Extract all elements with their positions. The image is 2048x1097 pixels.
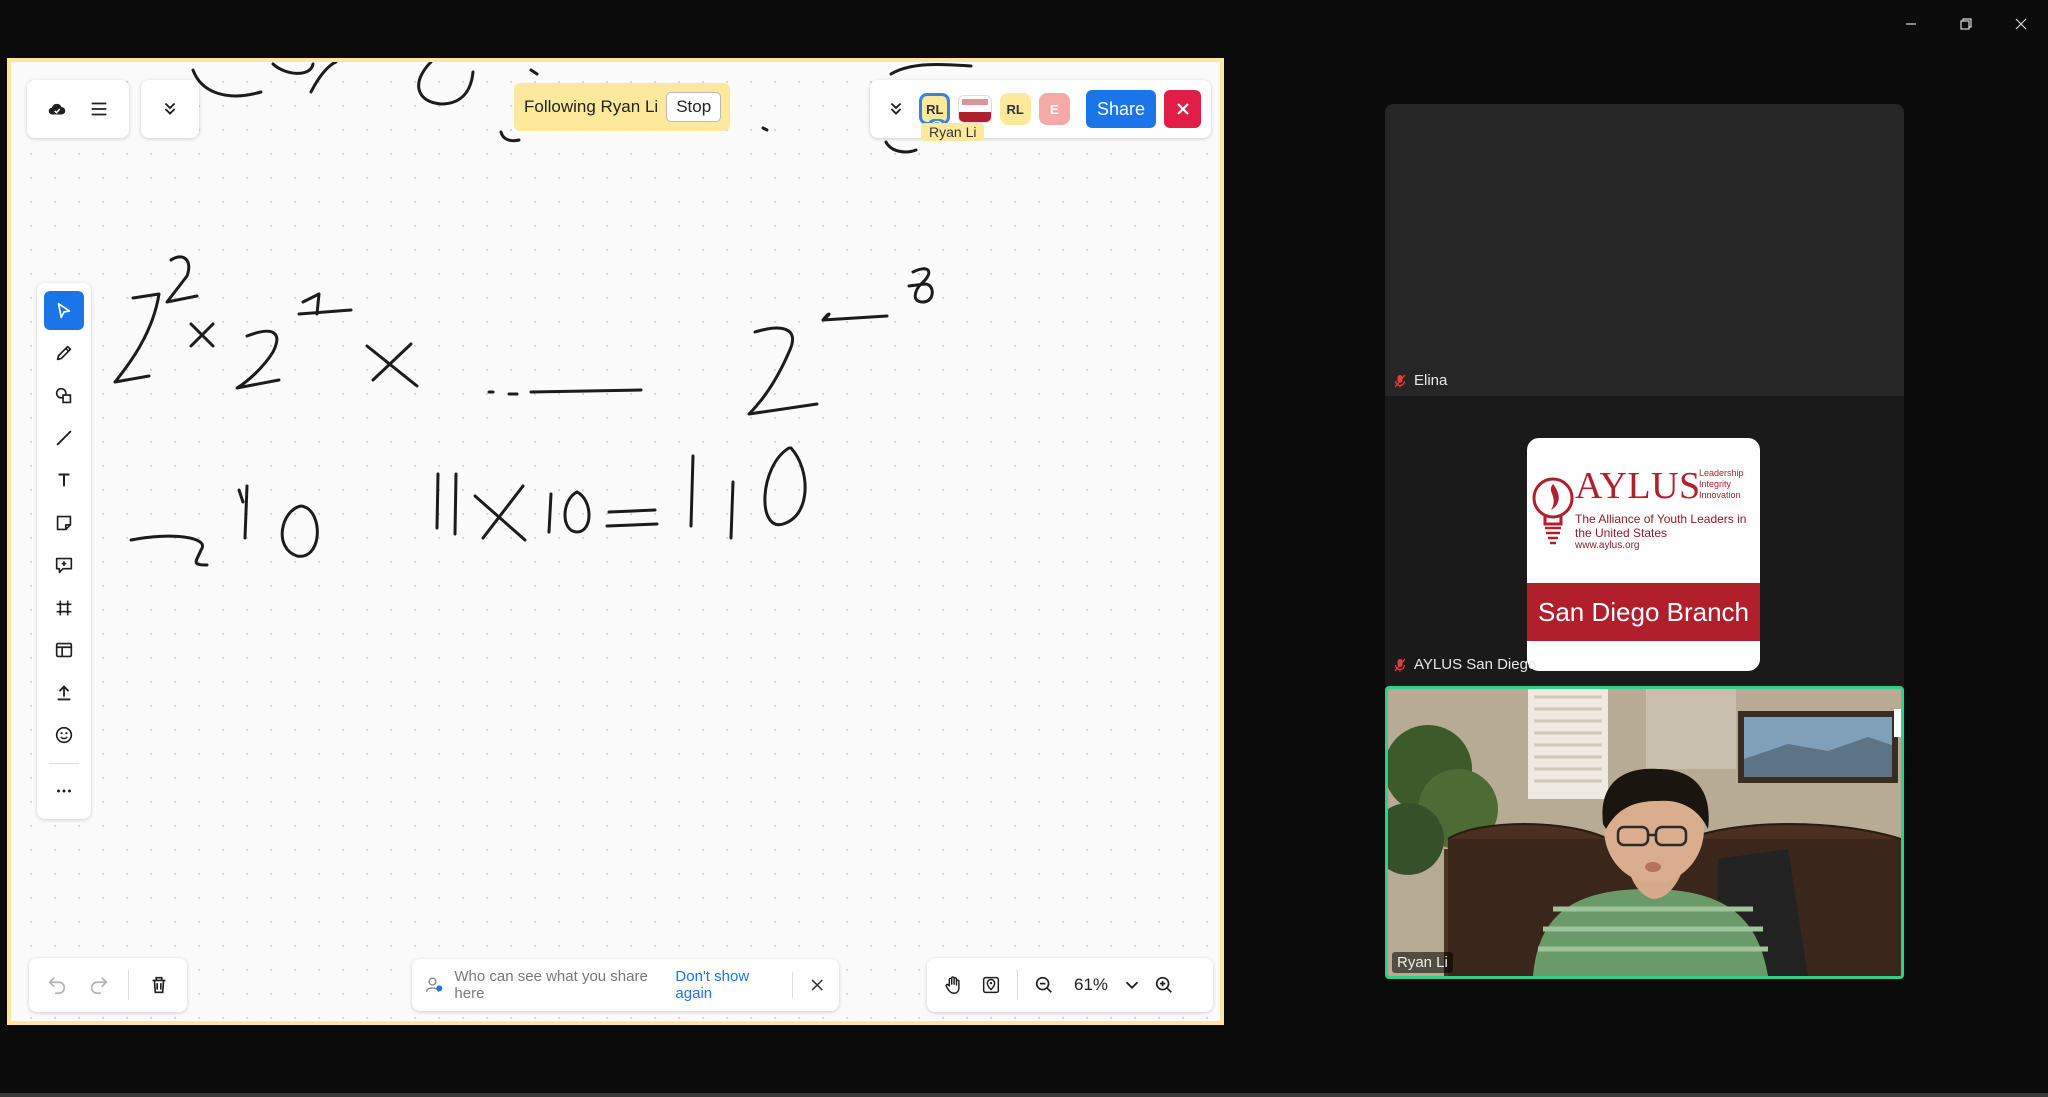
cursor-name-tag: Ryan Li <box>921 123 985 141</box>
divider <box>128 970 130 1000</box>
template-icon[interactable] <box>44 630 84 669</box>
redo-icon[interactable] <box>79 965 119 1005</box>
divider <box>1017 970 1018 1000</box>
app-window: Following Ryan Li Stop RL RL E Share Rya… <box>0 0 2048 1097</box>
avatar-ryan-li[interactable]: RL <box>999 93 1031 125</box>
share-button[interactable]: Share <box>1085 90 1157 128</box>
person-privacy-icon <box>425 977 443 992</box>
sticky-note-icon[interactable] <box>44 503 84 542</box>
participant-tile-aylus[interactable]: AYLUS Leadership Integrity Innovation Th… <box>1385 396 1904 686</box>
tool-palette <box>37 283 91 819</box>
handwriting-ink <box>113 62 973 567</box>
double-chevron-down-icon[interactable] <box>150 89 190 129</box>
participant-tile-ryan-li[interactable]: Ryan Li <box>1385 686 1904 979</box>
participant-name-label: AYLUS San Diego <box>1392 656 1536 673</box>
board-menu-panel <box>27 80 129 138</box>
select-icon[interactable] <box>44 291 84 331</box>
minimize-icon[interactable] <box>1891 8 1931 40</box>
following-text: Following Ryan Li <box>524 97 659 116</box>
divider <box>791 972 793 998</box>
avatar-ryan-li-following[interactable]: RL <box>919 93 951 131</box>
upload-icon[interactable] <box>44 673 84 712</box>
close-icon[interactable] <box>807 974 827 996</box>
more-icon[interactable] <box>44 772 84 811</box>
emoji-icon[interactable] <box>44 715 84 754</box>
undo-icon[interactable] <box>37 965 77 1005</box>
camera-video-feed <box>1388 689 1901 976</box>
zoom-panel: 61% <box>927 958 1213 1012</box>
dont-show-again-link[interactable]: Don't show again <box>675 968 781 1002</box>
close-icon[interactable] <box>2001 8 2041 40</box>
text-icon[interactable] <box>44 461 84 500</box>
toolbar-divider <box>49 762 79 764</box>
participants-panel: Elina AYLUS Leadership Integrity Innovat… <box>1385 104 1904 979</box>
mic-off-icon <box>1394 374 1406 387</box>
lightbulb-torch-icon <box>1532 477 1574 545</box>
privacy-text: Who can see what you share here <box>454 968 648 1002</box>
history-panel <box>29 958 187 1012</box>
avatar-elina[interactable]: E <box>1038 93 1070 125</box>
double-chevron-down-icon[interactable] <box>880 89 911 129</box>
close-icon <box>1176 103 1189 115</box>
shapes-icon[interactable] <box>44 376 84 415</box>
zoom-in-icon[interactable] <box>1146 967 1182 1003</box>
privacy-notice: Who can see what you share here Don't sh… <box>412 959 839 1011</box>
zoom-level[interactable]: 61% <box>1064 975 1118 995</box>
chevron-down-icon[interactable] <box>1120 967 1144 1003</box>
stop-following-button[interactable]: Stop <box>666 92 722 122</box>
aylus-url: www.aylus.org <box>1575 540 1640 551</box>
participant-name-label: Ryan Li <box>1392 952 1453 973</box>
aylus-title: AYLUS <box>1575 465 1701 507</box>
comment-icon[interactable] <box>44 546 84 585</box>
locate-icon[interactable] <box>973 967 1009 1003</box>
aylus-branch-banner: San Diego Branch <box>1527 583 1760 641</box>
collapse-panel <box>141 80 199 138</box>
pencil-icon[interactable] <box>44 333 84 372</box>
whiteboard-canvas[interactable]: Following Ryan Li Stop RL RL E Share Rya… <box>7 58 1224 1025</box>
aylus-motto: Leadership Integrity Innovation <box>1699 468 1744 500</box>
frame-icon[interactable] <box>44 588 84 627</box>
zoom-out-icon[interactable] <box>1026 967 1062 1003</box>
aylus-logo: AYLUS Leadership Integrity Innovation Th… <box>1527 438 1760 671</box>
mic-off-icon <box>1394 658 1406 671</box>
line-icon[interactable] <box>44 418 84 457</box>
hamburger-menu-icon[interactable] <box>79 89 119 129</box>
avatar-aylus[interactable] <box>958 95 992 123</box>
participant-tile-elina[interactable]: Elina <box>1385 104 1904 396</box>
participant-name-label: Elina <box>1392 372 1447 389</box>
following-banner: Following Ryan Li Stop <box>514 83 731 131</box>
hand-icon[interactable] <box>935 967 971 1003</box>
window-bottom-edge <box>0 1093 2048 1097</box>
restore-icon[interactable] <box>1946 8 1986 40</box>
close-board-button[interactable] <box>1164 90 1202 128</box>
aylus-tagline: The Alliance of Youth Leaders in the Uni… <box>1575 512 1747 540</box>
cloud-sync-icon[interactable] <box>37 89 77 129</box>
trash-icon[interactable] <box>139 965 179 1005</box>
